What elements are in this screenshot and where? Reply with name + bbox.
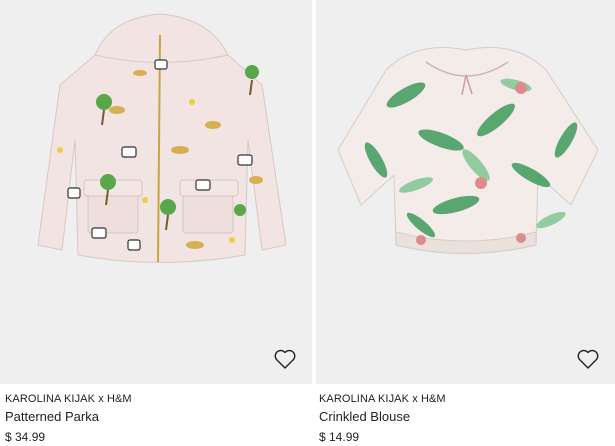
favorite-button[interactable] — [575, 346, 601, 372]
favorite-button[interactable] — [272, 346, 298, 372]
product-image-blouse[interactable] — [316, 0, 615, 384]
product-brand: KAROLINA KIJAK x H&M — [5, 393, 132, 405]
product-card-crinkled-blouse[interactable]: KAROLINA KIJAK x H&M Crinkled Blouse $ 1… — [316, 0, 615, 445]
product-image-parka[interactable] — [0, 0, 312, 384]
product-brand: KAROLINA KIJAK x H&M — [319, 393, 446, 405]
heart-outline-icon — [274, 349, 296, 369]
product-card-patterned-parka[interactable]: KAROLINA KIJAK x H&M Patterned Parka $ 3… — [0, 0, 312, 445]
product-price: $ 14.99 — [319, 430, 360, 444]
product-price: $ 34.99 — [5, 430, 46, 444]
heart-outline-icon — [577, 349, 599, 369]
product-name-link[interactable]: Crinkled Blouse — [319, 408, 615, 425]
product-image-area[interactable] — [316, 0, 615, 384]
product-name-link[interactable]: Patterned Parka — [5, 408, 312, 425]
product-image-area[interactable] — [0, 0, 312, 384]
